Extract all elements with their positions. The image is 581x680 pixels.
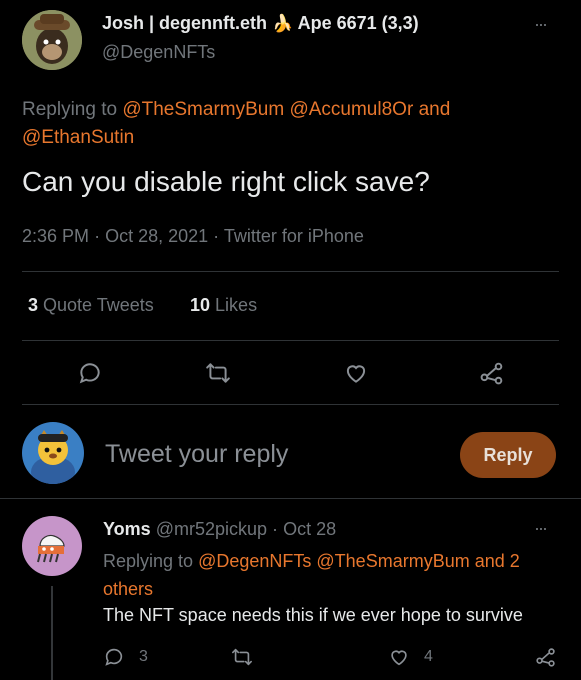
divider [22, 271, 559, 272]
reply-reply-action[interactable]: 3 [103, 646, 148, 668]
retweet-icon[interactable] [205, 360, 231, 386]
reply-author-handle[interactable]: @mr52pickup [156, 519, 267, 539]
reply-icon[interactable] [77, 360, 103, 386]
tweet-meta: 2:36 PM · Oct 28, 2021 · Twitter for iPh… [22, 226, 364, 247]
like-icon[interactable] [388, 646, 410, 668]
quote-count: 3 [28, 295, 39, 315]
current-user-avatar[interactable] [22, 422, 84, 484]
reply-header: Yoms @mr52pickup · Oct 28 [103, 519, 336, 540]
share-icon[interactable] [479, 360, 505, 386]
mention-and[interactable]: and 2 [475, 551, 520, 571]
divider [22, 404, 559, 405]
reply-author-name[interactable]: Yoms [103, 519, 151, 539]
tweet-date[interactable]: Oct 28, 2021 [105, 226, 208, 246]
like-count: 10 [190, 295, 211, 315]
divider [22, 340, 559, 341]
replying-to-prefix: Replying to [22, 99, 118, 120]
tweet-text: Can you disable right click save? [22, 166, 430, 197]
reply-author-avatar[interactable] [22, 516, 82, 576]
tweet-source[interactable]: Twitter for iPhone [224, 226, 364, 246]
divider [0, 498, 581, 499]
share-icon[interactable] [535, 646, 557, 668]
like-icon[interactable] [343, 360, 369, 386]
reply-more-options-icon[interactable]: ··· [534, 518, 548, 539]
reply-text: The NFT space needs this if we ever hope… [103, 605, 523, 625]
tweet-time[interactable]: 2:36 PM [22, 226, 89, 246]
like-label: Likes [215, 295, 258, 315]
replying-to: Replying to @TheSmarmyBum @Accumul8Or an… [22, 96, 542, 152]
author-name[interactable]: Josh | degennft.eth [102, 13, 267, 33]
mention-and[interactable]: and [419, 99, 451, 120]
reply-count: 3 [139, 648, 148, 665]
quote-label: Quote Tweets [43, 295, 154, 315]
author-name-row[interactable]: Josh | degennft.eth 🍌 Ape 6671 (3,3) [102, 13, 419, 34]
reply-replying-to: Replying to @DegenNFTs @TheSmarmyBum and… [103, 547, 563, 603]
reply-input[interactable]: Tweet your reply [105, 440, 288, 469]
meta-separator: · [94, 226, 101, 246]
author-name-suffix[interactable]: Ape 6671 (3,3) [298, 13, 419, 33]
like-count: 4 [424, 648, 433, 665]
meta-separator: · [272, 519, 279, 539]
mention-link[interactable]: @TheSmarmyBum [122, 99, 284, 120]
thread-line [51, 586, 53, 680]
mention-others[interactable]: others [103, 579, 153, 599]
author-avatar[interactable] [22, 10, 82, 70]
reply-like-action[interactable]: 4 [388, 646, 433, 668]
retweet-icon[interactable] [231, 646, 253, 668]
banana-emoji: 🍌 [272, 14, 294, 33]
mention-link[interactable]: @DegenNFTs [198, 551, 311, 571]
replying-to-prefix: Replying to [103, 551, 194, 571]
quote-tweets-stat[interactable]: 3 Quote Tweets [28, 295, 154, 316]
mention-link[interactable]: @TheSmarmyBum [316, 551, 469, 571]
likes-stat[interactable]: 10 Likes [190, 295, 257, 316]
more-options-icon[interactable]: ··· [534, 14, 548, 35]
reply-icon[interactable] [103, 646, 125, 668]
meta-separator: · [213, 226, 220, 246]
mention-link[interactable]: @EthanSutin [22, 127, 134, 148]
reply-button[interactable]: Reply [460, 432, 556, 478]
author-handle[interactable]: @DegenNFTs [102, 42, 215, 63]
reply-date[interactable]: Oct 28 [283, 519, 336, 539]
mention-link[interactable]: @Accumul8Or [289, 99, 413, 120]
